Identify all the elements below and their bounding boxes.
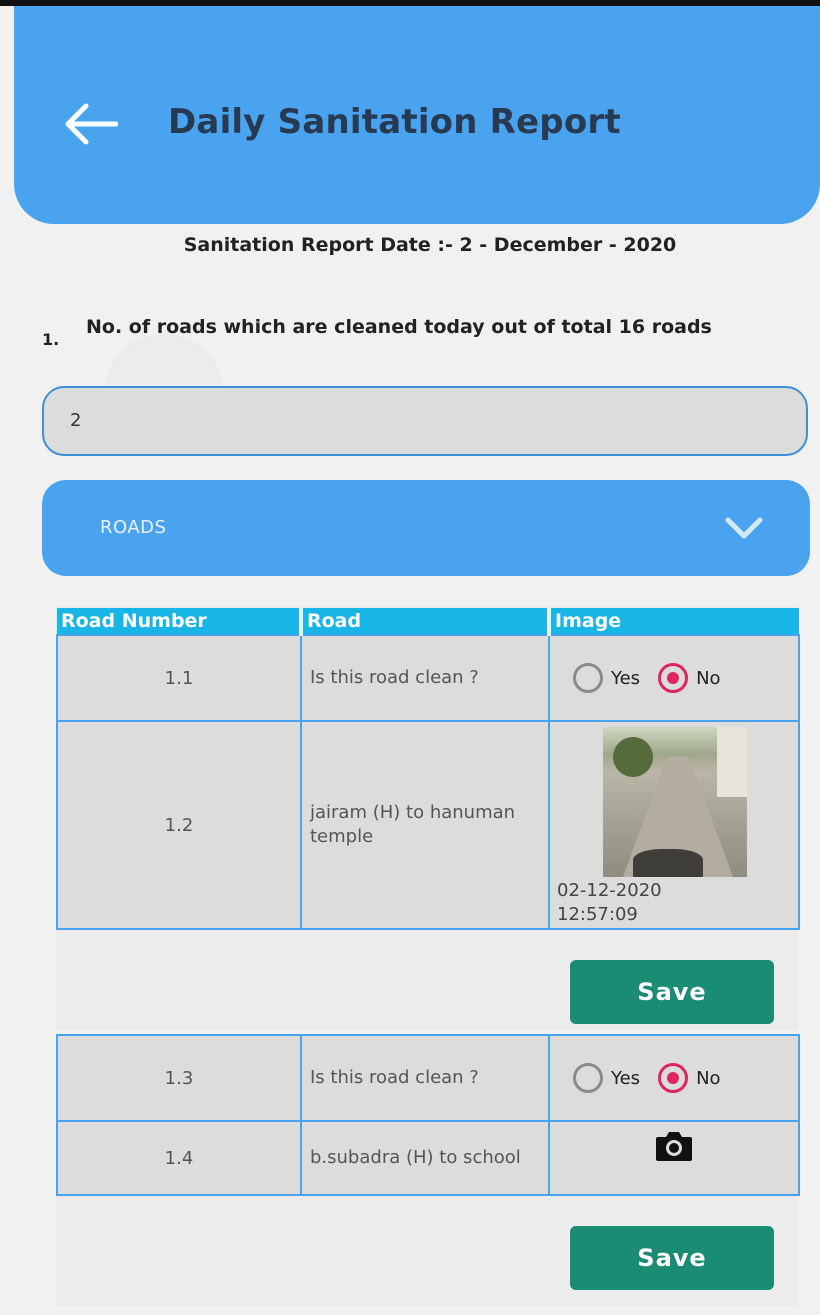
question-text: No. of roads which are cleaned today out… — [86, 316, 712, 338]
page-title: Daily Sanitation Report — [168, 102, 621, 142]
roads-cleaned-input[interactable]: 2 — [42, 386, 808, 456]
save-button[interactable]: Save — [570, 960, 774, 1024]
roads-table-1: Road Number Road Image 1.1 Is this road … — [56, 608, 800, 930]
arrow-left-icon — [65, 103, 119, 145]
roads-dropdown[interactable]: ROADS — [42, 480, 810, 576]
clean-options: Yes No — [548, 634, 800, 722]
radio-yes[interactable] — [573, 663, 603, 693]
road-photo[interactable] — [603, 727, 747, 877]
road-number: 1.2 — [56, 720, 302, 930]
table-row: 1.2 jairam (H) to hanuman temple 02-12-2… — [56, 720, 800, 930]
header-image: Image — [549, 608, 799, 635]
table-header-row: Road Number Road Image — [57, 608, 799, 635]
radio-no-label: No — [696, 667, 721, 689]
radio-yes-label: Yes — [611, 1067, 641, 1089]
road-question: Is this road clean ? — [300, 1034, 550, 1122]
clean-options: Yes No — [548, 1034, 800, 1122]
header-road-number: Road Number — [57, 608, 303, 635]
radio-yes-label: Yes — [611, 667, 641, 689]
road-number: 1.3 — [56, 1034, 302, 1122]
camera-icon[interactable] — [654, 1129, 694, 1163]
photo-time: 12:57:09 — [557, 904, 638, 925]
road-number: 1.1 — [56, 634, 302, 722]
road-question: Is this road clean ? — [300, 634, 550, 722]
radio-yes[interactable] — [573, 1063, 603, 1093]
table-row: 1.1 Is this road clean ? Yes No — [56, 634, 800, 722]
table-row: 1.3 Is this road clean ? Yes No — [56, 1034, 800, 1122]
road-name: jairam (H) to hanuman temple — [300, 720, 550, 930]
report-date: Sanitation Report Date :- 2 - December -… — [183, 234, 677, 256]
back-button[interactable] — [62, 102, 119, 146]
image-cell — [548, 1120, 800, 1196]
app-header: Daily Sanitation Report — [14, 6, 820, 224]
radio-no[interactable] — [658, 1063, 689, 1093]
radio-no[interactable] — [658, 663, 689, 693]
roads-dropdown-label: ROADS — [100, 517, 167, 538]
chevron-down-icon — [725, 517, 763, 539]
road-name: b.subadra (H) to school — [300, 1120, 550, 1196]
radio-no-label: No — [696, 1067, 721, 1089]
table-row: 1.4 b.subadra (H) to school — [56, 1120, 800, 1196]
save-button[interactable]: Save — [570, 1226, 774, 1290]
road-number: 1.4 — [56, 1120, 302, 1196]
photo-date: 02-12-2020 — [557, 880, 662, 901]
roads-table-2: 1.3 Is this road clean ? Yes No 1.4 b.su… — [56, 1034, 800, 1196]
image-cell: 02-12-2020 12:57:09 — [548, 720, 800, 930]
question-number: 1. — [42, 330, 60, 349]
header-road: Road — [301, 608, 551, 635]
